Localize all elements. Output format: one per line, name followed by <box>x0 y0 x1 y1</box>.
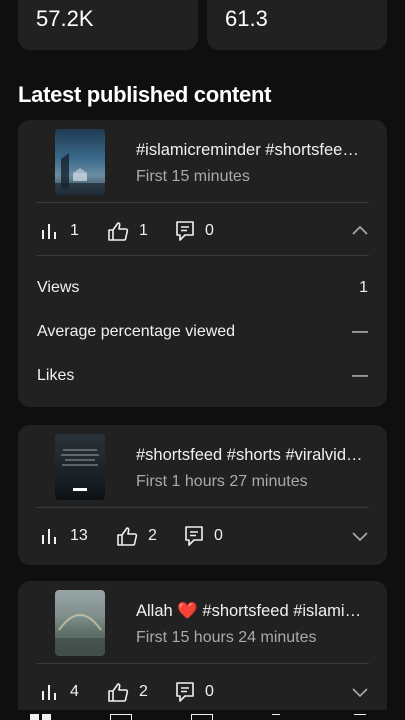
views-metric: 1 <box>40 222 79 240</box>
divider <box>36 202 369 203</box>
content-card-3[interactable]: Allah ❤️ #shortsfeed #islamic #shorts Fi… <box>18 581 387 720</box>
metrics-row: 13 2 0 <box>18 516 387 556</box>
thumbs-up-icon <box>108 683 129 702</box>
stat-value: 61.3 <box>225 6 268 31</box>
likes-metric: 2 <box>116 526 157 546</box>
metrics-row: 4 2 0 <box>18 672 387 712</box>
likes-count: 2 <box>139 683 148 700</box>
divider <box>36 255 369 256</box>
chevron-down-icon[interactable] <box>351 527 369 545</box>
detail-label: Likes <box>37 367 75 384</box>
content-title[interactable]: Allah ❤️ #shortsfeed #islamic #shorts <box>136 602 368 621</box>
stat-card-2[interactable]: 61.3 <box>207 0 387 50</box>
nav-content-icon[interactable] <box>110 714 132 720</box>
bar-chart-icon <box>42 529 56 544</box>
divider <box>36 507 369 508</box>
bar-chart-icon <box>42 224 56 239</box>
divider <box>36 663 369 664</box>
likes-metric: 1 <box>107 221 148 241</box>
content-subtitle: First 1 hours 27 minutes <box>136 473 308 490</box>
content-title[interactable]: #islamicreminder #shortsfeed #shorts #vi… <box>136 141 368 160</box>
bar-chart-icon <box>42 685 56 700</box>
thumbs-up-icon <box>108 222 129 241</box>
detail-row-likes: Likes — <box>37 367 368 385</box>
comments-count: 0 <box>205 222 214 239</box>
thumbnail-art <box>61 449 99 491</box>
chevron-up-icon[interactable] <box>351 222 369 240</box>
video-thumbnail[interactable] <box>55 129 105 195</box>
detail-label: Views <box>37 279 80 296</box>
thumbnail-art <box>55 614 105 656</box>
content-card-1[interactable]: #islamicreminder #shortsfeed #shorts #vi… <box>18 120 387 407</box>
comments-metric: 0 <box>175 220 214 242</box>
detail-value: 1 <box>359 279 368 296</box>
stat-card-1[interactable]: 57.2K <box>18 0 198 50</box>
thumbs-up-icon <box>117 527 138 546</box>
comments-metric: 0 <box>175 681 214 703</box>
video-thumbnail[interactable] <box>55 434 105 500</box>
views-metric: 4 <box>40 683 79 701</box>
likes-count: 1 <box>139 222 148 239</box>
views-count: 4 <box>70 683 79 700</box>
detail-row-views: Views 1 <box>37 279 368 297</box>
content-title[interactable]: #shortsfeed #shorts #viralvideo #islamic <box>136 446 368 465</box>
comments-metric: 0 <box>184 525 223 547</box>
nav-dashboard-icon[interactable] <box>30 714 52 720</box>
detail-label: Average percentage viewed <box>37 323 236 340</box>
thumbnail-art <box>55 153 105 195</box>
video-thumbnail[interactable] <box>55 590 105 656</box>
comment-icon <box>176 221 194 241</box>
nav-comments-icon[interactable] <box>272 714 280 720</box>
views-metric: 13 <box>40 527 88 545</box>
views-count: 1 <box>70 222 79 239</box>
chevron-down-icon[interactable] <box>351 683 369 701</box>
section-title: Latest published content <box>18 82 272 107</box>
content-subtitle: First 15 hours 24 minutes <box>136 629 317 646</box>
nav-analytics-icon[interactable] <box>191 714 213 720</box>
views-count: 13 <box>70 527 88 544</box>
likes-count: 2 <box>148 527 157 544</box>
likes-metric: 2 <box>107 682 148 702</box>
comment-icon <box>185 526 203 546</box>
content-subtitle: First 15 minutes <box>136 168 250 185</box>
detail-value: — <box>352 323 368 340</box>
nav-earn-icon[interactable] <box>354 714 366 720</box>
comments-count: 0 <box>214 527 223 544</box>
metrics-row: 1 1 0 <box>18 211 387 251</box>
detail-value: — <box>352 367 368 384</box>
comments-count: 0 <box>205 683 214 700</box>
stat-value: 57.2K <box>36 6 94 31</box>
detail-row-avg-percentage: Average percentage viewed — <box>37 323 368 341</box>
bottom-nav <box>0 710 405 720</box>
comment-icon <box>176 682 194 702</box>
content-card-2[interactable]: #shortsfeed #shorts #viralvideo #islamic… <box>18 425 387 565</box>
